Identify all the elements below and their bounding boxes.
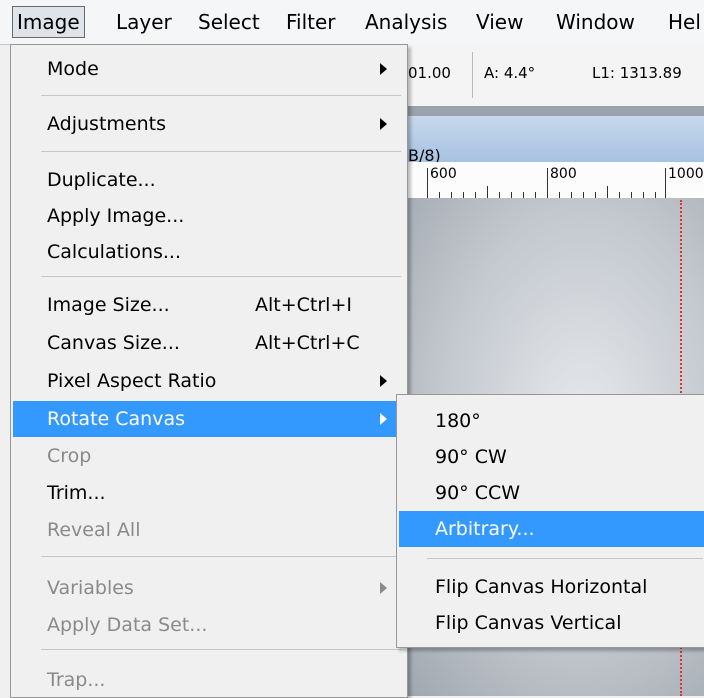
ruler-label: 800 bbox=[550, 166, 577, 182]
rotate-canvas-submenu: 180° 90° CW 90° CCW Arbitrary... Flip Ca… bbox=[396, 394, 704, 648]
submenu-item-90-cw[interactable]: 90° CW bbox=[435, 439, 507, 475]
submenu-item-90-ccw[interactable]: 90° CCW bbox=[435, 475, 520, 511]
menu-filter[interactable]: Filter bbox=[286, 7, 336, 37]
menu-item-calculations[interactable]: Calculations... bbox=[47, 234, 181, 270]
menu-separator bbox=[41, 95, 401, 96]
menu-separator bbox=[427, 558, 703, 559]
menu-item-pixel-aspect-ratio[interactable]: Pixel Aspect Ratio bbox=[47, 363, 216, 399]
menu-select[interactable]: Select bbox=[198, 7, 260, 37]
menu-item-apply-data-set[interactable]: Apply Data Set... bbox=[47, 607, 207, 643]
menu-item-mode[interactable]: Mode bbox=[47, 51, 99, 87]
submenu-arrow-icon bbox=[380, 413, 387, 425]
menu-help[interactable]: Hel bbox=[668, 7, 701, 37]
ruler-tick bbox=[547, 168, 548, 198]
menu-item-rotate-canvas[interactable]: Rotate Canvas bbox=[47, 401, 185, 437]
menu-bar: Image Layer Select Filter Analysis View … bbox=[0, 0, 704, 45]
ruler-label: 600 bbox=[430, 166, 457, 182]
submenu-arrow-icon bbox=[380, 118, 387, 130]
menu-analysis[interactable]: Analysis bbox=[365, 7, 447, 37]
ruler-tick bbox=[607, 186, 608, 198]
submenu-item-180[interactable]: 180° bbox=[435, 403, 481, 439]
submenu-arrow-icon bbox=[380, 63, 387, 75]
image-menu-dropdown: Mode Adjustments Duplicate... Apply Imag… bbox=[10, 44, 408, 698]
submenu-item-flip-horizontal[interactable]: Flip Canvas Horizontal bbox=[435, 569, 647, 605]
submenu-arrow-icon bbox=[380, 582, 387, 594]
menu-item-canvas-size[interactable]: Canvas Size... bbox=[47, 325, 180, 361]
menu-separator bbox=[41, 556, 401, 557]
angle-readout: A: 4.4° bbox=[484, 64, 536, 82]
ruler-tick bbox=[487, 186, 488, 198]
submenu-arrow-icon bbox=[380, 375, 387, 387]
document-titlebar: B/8) bbox=[400, 116, 704, 165]
menu-layer[interactable]: Layer bbox=[116, 7, 172, 37]
menu-item-adjustments[interactable]: Adjustments bbox=[47, 106, 166, 142]
menu-item-trap[interactable]: Trap... bbox=[47, 662, 105, 698]
menu-item-variables[interactable]: Variables bbox=[47, 570, 134, 606]
ruler-label: 1000 bbox=[668, 166, 704, 182]
canvas-size-shortcut: Alt+Ctrl+C bbox=[255, 332, 360, 354]
menu-window[interactable]: Window bbox=[556, 7, 635, 37]
image-size-shortcut: Alt+Ctrl+I bbox=[255, 294, 352, 316]
menu-separator bbox=[41, 151, 401, 152]
options-value: 01.00 bbox=[408, 64, 451, 82]
menu-item-apply-image[interactable]: Apply Image... bbox=[47, 198, 184, 234]
options-divider bbox=[472, 52, 473, 98]
horizontal-ruler: 600 800 1000 bbox=[400, 162, 704, 199]
menu-separator bbox=[41, 276, 401, 277]
ruler-tick bbox=[427, 168, 428, 198]
ruler-tick bbox=[665, 168, 666, 198]
menu-item-image-size[interactable]: Image Size... bbox=[47, 287, 170, 323]
menu-item-trim[interactable]: Trim... bbox=[47, 475, 106, 511]
menu-item-crop[interactable]: Crop bbox=[47, 438, 91, 474]
submenu-item-flip-vertical[interactable]: Flip Canvas Vertical bbox=[435, 605, 621, 641]
options-bar: 01.00 A: 4.4° L1: 1313.89 bbox=[400, 44, 704, 107]
menu-item-reveal-all[interactable]: Reveal All bbox=[47, 512, 141, 548]
menu-view[interactable]: View bbox=[476, 7, 523, 37]
length-readout: L1: 1313.89 bbox=[592, 64, 682, 82]
submenu-item-arbitrary[interactable]: Arbitrary... bbox=[435, 511, 535, 547]
menu-image[interactable]: Image bbox=[12, 6, 85, 38]
menu-separator bbox=[41, 649, 401, 650]
menu-item-duplicate[interactable]: Duplicate... bbox=[47, 162, 156, 198]
